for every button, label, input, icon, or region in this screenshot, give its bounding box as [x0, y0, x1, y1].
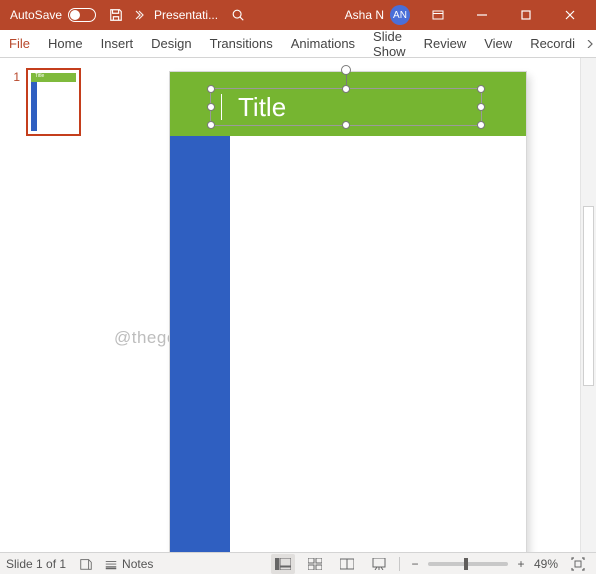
rotation-connector	[346, 74, 347, 85]
ribbon-display-options[interactable]	[416, 0, 460, 30]
normal-view-icon	[275, 558, 291, 570]
slide-sorter-view-button[interactable]	[303, 554, 327, 574]
ribbon-overflow[interactable]	[584, 30, 596, 57]
rotation-handle[interactable]	[341, 65, 351, 75]
minimize-icon	[476, 9, 488, 21]
scrollbar-thumb[interactable]	[583, 206, 594, 386]
search-button[interactable]	[224, 8, 252, 22]
tab-file[interactable]: File	[0, 30, 39, 57]
resize-handle-br[interactable]	[477, 121, 485, 129]
tab-design[interactable]: Design	[142, 30, 200, 57]
chevron-right-icon	[134, 10, 144, 20]
resize-handle-mr[interactable]	[477, 103, 485, 111]
tab-insert[interactable]: Insert	[92, 30, 143, 57]
close-icon	[564, 9, 576, 21]
tab-slide-show[interactable]: Slide Show	[364, 30, 415, 57]
qat-overflow[interactable]	[130, 10, 148, 20]
notes-label: Notes	[122, 557, 153, 571]
title-textbox[interactable]: Title	[210, 88, 482, 126]
resize-handle-tl[interactable]	[207, 85, 215, 93]
resize-handle-ml[interactable]	[207, 103, 215, 111]
resize-handle-tm[interactable]	[342, 85, 350, 93]
thumbnail-preview[interactable]: Title	[26, 68, 81, 136]
text-cursor	[221, 94, 222, 120]
document-title[interactable]: Presentati...	[148, 8, 224, 22]
title-bar: AutoSave Presentati... Asha N AN	[0, 0, 596, 30]
tab-view[interactable]: View	[475, 30, 521, 57]
normal-view-button[interactable]	[271, 554, 295, 574]
fit-to-window-button[interactable]	[566, 554, 590, 574]
zoom-out-button[interactable]: −	[408, 557, 422, 571]
chevron-right-icon	[586, 40, 594, 48]
tab-recording[interactable]: Recordi	[521, 30, 584, 57]
resize-handle-bm[interactable]	[342, 121, 350, 129]
save-button[interactable]	[102, 0, 130, 30]
thumbnail-title-text: Title	[35, 73, 44, 79]
tab-animations[interactable]: Animations	[282, 30, 364, 57]
reading-view-icon	[340, 558, 354, 570]
zoom-slider-thumb[interactable]	[464, 558, 468, 570]
close-button[interactable]	[548, 0, 592, 30]
save-icon	[109, 8, 123, 22]
maximize-icon	[520, 9, 532, 21]
slide-counter[interactable]: Slide 1 of 1	[6, 557, 66, 571]
maximize-button[interactable]	[504, 0, 548, 30]
zoom-slider[interactable]	[428, 562, 508, 566]
status-bar: Slide 1 of 1 Notes − + 49%	[0, 552, 596, 574]
slide-thumbnail-pane[interactable]: 1 Title	[0, 58, 108, 552]
reading-view-button[interactable]	[335, 554, 359, 574]
search-icon	[231, 8, 245, 22]
zoom-value[interactable]: 49%	[534, 557, 558, 571]
slideshow-view-button[interactable]	[367, 554, 391, 574]
slideshow-icon	[372, 558, 386, 570]
fit-window-icon	[571, 557, 585, 571]
notes-icon	[104, 557, 118, 571]
user-account[interactable]: Asha N AN	[339, 5, 416, 25]
ribbon-options-icon	[432, 9, 444, 21]
accessibility-icon	[79, 557, 93, 571]
minimize-button[interactable]	[460, 0, 504, 30]
avatar: AN	[390, 5, 410, 25]
accessibility-button[interactable]	[76, 554, 96, 574]
title-text: Title	[224, 92, 286, 123]
sidebar-rectangle[interactable]	[170, 136, 230, 552]
vertical-scrollbar[interactable]	[580, 58, 596, 552]
resize-handle-bl[interactable]	[207, 121, 215, 129]
thumbnail-number: 1	[8, 68, 20, 136]
thumbnail-item[interactable]: 1 Title	[8, 68, 100, 136]
thumbnail-sidebar-shape	[31, 82, 37, 131]
autosave-label: AutoSave	[10, 8, 62, 22]
zoom-control: − + 49%	[408, 557, 558, 571]
tab-home[interactable]: Home	[39, 30, 92, 57]
autosave-control[interactable]: AutoSave	[4, 8, 102, 22]
tab-transitions[interactable]: Transitions	[201, 30, 282, 57]
ribbon-tabs: File Home Insert Design Transitions Anim…	[0, 30, 596, 58]
notes-button[interactable]: Notes	[104, 557, 153, 571]
slide[interactable]: Title	[170, 72, 526, 552]
autosave-toggle[interactable]	[68, 8, 96, 22]
user-name: Asha N	[345, 8, 384, 22]
tab-review[interactable]: Review	[415, 30, 476, 57]
slide-sorter-icon	[308, 558, 322, 570]
zoom-in-button[interactable]: +	[514, 557, 528, 571]
resize-handle-tr[interactable]	[477, 85, 485, 93]
workspace: 1 Title @thegeekpage.com Title	[0, 58, 596, 552]
slide-canvas-area[interactable]: @thegeekpage.com Title	[108, 58, 596, 552]
